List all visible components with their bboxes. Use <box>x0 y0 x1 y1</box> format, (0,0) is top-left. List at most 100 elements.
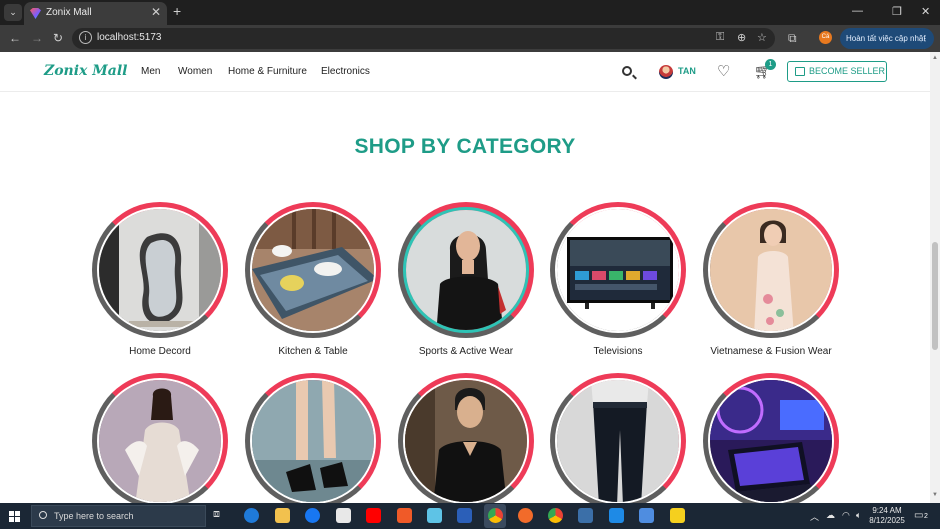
back-icon[interactable]: ← <box>9 31 21 45</box>
windows-taskbar: Type here to search ⧈ ︿ ☁ ◠ 🔈︎ 9:24 AM 8… <box>0 503 940 529</box>
close-window-icon[interactable]: ✕ <box>921 5 930 18</box>
category-card-kitchen-table[interactable]: Kitchen & Table <box>238 202 388 357</box>
task-view-icon[interactable]: ⧈ <box>213 508 228 523</box>
taskbar-clock[interactable]: 9:24 AM 8/12/2025 <box>866 506 908 526</box>
photos-icon[interactable] <box>639 508 654 523</box>
nav-link-men[interactable]: Men <box>141 66 160 77</box>
windows-start-icon[interactable] <box>9 511 20 522</box>
category-label: Sports & Active Wear <box>418 346 514 357</box>
bookmark-star-icon[interactable]: ☆ <box>757 31 767 44</box>
taskbar-search-box[interactable]: Type here to search <box>31 505 206 527</box>
tab-search-button[interactable]: ⌄ <box>4 4 22 21</box>
category-ring <box>703 202 839 338</box>
close-tab-icon[interactable]: ✕ <box>151 5 161 19</box>
nav-link-electronics[interactable]: Electronics <box>321 66 370 77</box>
file-explorer-icon[interactable] <box>275 508 290 523</box>
page-scrollbar[interactable]: ▲ ▼ <box>930 52 940 503</box>
category-card-jeans[interactable] <box>543 373 693 517</box>
category-card-sports-active-wear[interactable]: Sports & Active Wear <box>391 202 541 357</box>
site-info-icon[interactable]: i <box>79 31 92 44</box>
restore-icon[interactable]: ❐ <box>892 5 902 18</box>
extensions-icon[interactable]: ⧉ <box>788 31 797 46</box>
new-tab-icon[interactable]: + <box>173 3 181 19</box>
category-card-gaming-laptops[interactable] <box>696 373 846 517</box>
category-card-televisions[interactable]: Televisions <box>543 202 693 357</box>
nav-link-home-furniture[interactable]: Home & Furniture <box>228 66 307 77</box>
search-icon[interactable] <box>622 66 632 76</box>
become-seller-button[interactable]: BECOME SELLER <box>787 61 887 82</box>
cart-count-badge: 1 <box>765 59 776 70</box>
wifi-icon[interactable]: ◠ <box>842 510 850 521</box>
terminal-icon[interactable] <box>578 508 593 523</box>
category-label: Vietnamese & Fusion Wear <box>710 346 832 357</box>
category-label: Kitchen & Table <box>278 346 348 357</box>
scroll-up-icon[interactable]: ▲ <box>932 55 938 61</box>
sticky-notes-icon[interactable] <box>670 508 685 523</box>
chrome-icon[interactable] <box>488 508 503 523</box>
heels-photo <box>250 378 376 504</box>
edge-icon[interactable] <box>244 508 259 523</box>
ao-dai-photo <box>708 207 834 333</box>
tab-title: Zonix Mall <box>46 7 92 18</box>
address-bar[interactable]: i localhost:5173 ⚿ ⊕ ☆ <box>72 28 775 49</box>
cloud-icon[interactable]: ☁ <box>826 510 835 521</box>
mirror-photo <box>97 207 223 333</box>
dining-table-photo <box>250 207 376 333</box>
volume-icon[interactable]: 🔈︎ <box>856 510 861 521</box>
profile-avatar[interactable]: Cá <box>819 31 832 44</box>
youtube-icon[interactable] <box>366 508 381 523</box>
category-ring <box>550 202 686 338</box>
update-browser-button[interactable]: Hoàn tất việc cập nhật ⋮ <box>840 28 934 49</box>
category-ring <box>398 373 534 509</box>
user-avatar[interactable] <box>659 65 673 79</box>
category-label: Home Decord <box>129 346 191 357</box>
jeans-photo <box>555 378 681 504</box>
scrollbar-thumb[interactable] <box>932 242 938 350</box>
scroll-down-icon[interactable]: ▼ <box>932 492 938 498</box>
tray-chevron-icon[interactable]: ︿ <box>810 510 819 523</box>
sportswear-photo <box>403 207 529 333</box>
wishlist-heart-icon[interactable]: ♡ <box>717 62 730 80</box>
category-card-heels[interactable] <box>238 373 388 517</box>
browser-tab-strip: ⌄ Zonix Mall ✕ + — ❐ ✕ <box>0 0 940 25</box>
zoom-icon[interactable]: ⊕ <box>737 31 746 44</box>
vscode-icon[interactable] <box>609 508 624 523</box>
jetbrains-icon[interactable] <box>397 508 412 523</box>
url-text: localhost:5173 <box>97 32 162 43</box>
clock-date: 8/12/2025 <box>869 516 905 525</box>
tv-photo <box>555 207 681 333</box>
more-menu-icon[interactable]: ⋮ <box>921 28 929 49</box>
chrome-profile-icon[interactable] <box>548 508 563 523</box>
gown-photo <box>97 378 223 504</box>
password-key-icon[interactable]: ⚿ <box>716 31 724 44</box>
category-card-vietnamese-fusion-wear[interactable]: Vietnamese & Fusion Wear <box>696 202 846 357</box>
category-ring <box>245 202 381 338</box>
category-ring <box>550 373 686 509</box>
user-name[interactable]: TAN <box>678 66 696 76</box>
category-label: Televisions <box>593 346 643 357</box>
reload-icon[interactable]: ↻ <box>53 31 63 45</box>
category-card-men-shirts[interactable] <box>391 373 541 517</box>
postman-icon[interactable] <box>518 508 533 523</box>
search-icon <box>39 511 47 519</box>
site-logo[interactable]: Zonix Mall <box>44 63 127 79</box>
browser-toolbar: ← → ↻ i localhost:5173 ⚿ ⊕ ☆ ⧉ Cá Hoàn t… <box>0 25 940 52</box>
store-icon[interactable] <box>336 508 351 523</box>
storefront-icon <box>795 67 805 76</box>
category-card-gowns[interactable] <box>85 373 235 517</box>
mail-icon[interactable] <box>427 508 442 523</box>
forward-icon[interactable]: → <box>31 31 43 45</box>
browser-tab[interactable]: Zonix Mall ✕ <box>24 2 167 25</box>
update-button-label: Hoàn tất việc cập nhật <box>846 34 926 43</box>
facebook-icon[interactable] <box>305 508 320 523</box>
minimize-icon[interactable]: — <box>852 5 863 17</box>
category-ring <box>703 373 839 509</box>
notifications-icon[interactable]: ▭ <box>914 510 923 521</box>
word-icon[interactable] <box>457 508 472 523</box>
category-ring <box>398 202 534 338</box>
nav-link-women[interactable]: Women <box>178 66 212 77</box>
category-ring <box>92 202 228 338</box>
category-ring <box>92 373 228 509</box>
category-card-home-decor[interactable]: Home Decord <box>85 202 235 357</box>
site-favicon-icon <box>30 8 41 19</box>
